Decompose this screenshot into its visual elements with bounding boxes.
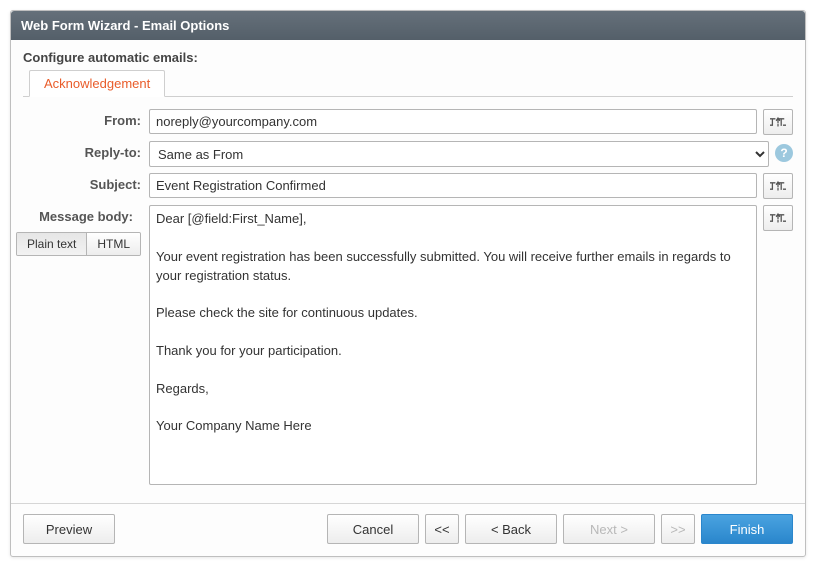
preview-button[interactable]: Preview (23, 514, 115, 544)
wizard-footer: Preview Cancel << < Back Next > >> Finis… (11, 503, 805, 556)
body-insert-field-button[interactable] (763, 205, 793, 231)
body-label: Message body: (23, 205, 141, 232)
subject-insert-field-button[interactable] (763, 173, 793, 199)
body-textarea[interactable] (149, 205, 757, 485)
insert-field-icon (770, 179, 786, 193)
reply-to-label: Reply-to: (23, 141, 149, 160)
from-input[interactable] (149, 109, 757, 134)
dialog-body: Configure automatic emails: Acknowledgem… (11, 40, 805, 485)
row-body: Message body: Plain text HTML (23, 205, 793, 485)
format-html-button[interactable]: HTML (86, 233, 140, 255)
next-button: Next > (563, 514, 655, 544)
from-insert-field-button[interactable] (763, 109, 793, 135)
insert-field-icon (770, 115, 786, 129)
insert-field-icon (770, 211, 786, 225)
subject-label: Subject: (23, 173, 149, 192)
back-button[interactable]: < Back (465, 514, 557, 544)
reply-to-select[interactable]: Same as From (149, 141, 769, 167)
cancel-button[interactable]: Cancel (327, 514, 419, 544)
first-page-button[interactable]: << (425, 514, 459, 544)
finish-button[interactable]: Finish (701, 514, 793, 544)
format-plain-text-button[interactable]: Plain text (17, 233, 86, 255)
row-subject: Subject: (23, 173, 793, 199)
row-reply-to: Reply-to: Same as From ? (23, 141, 793, 167)
from-label: From: (23, 109, 149, 128)
help-icon: ? (780, 146, 787, 160)
subject-input[interactable] (149, 173, 757, 198)
body-format-toggle: Plain text HTML (16, 232, 141, 256)
row-from: From: (23, 109, 793, 135)
wizard-dialog: Web Form Wizard - Email Options Configur… (10, 10, 806, 557)
reply-to-help[interactable]: ? (775, 144, 793, 162)
dialog-title: Web Form Wizard - Email Options (11, 11, 805, 40)
section-title: Configure automatic emails: (23, 50, 793, 65)
email-tabs: Acknowledgement (23, 69, 793, 97)
tab-acknowledgement[interactable]: Acknowledgement (29, 70, 165, 97)
last-page-button: >> (661, 514, 695, 544)
